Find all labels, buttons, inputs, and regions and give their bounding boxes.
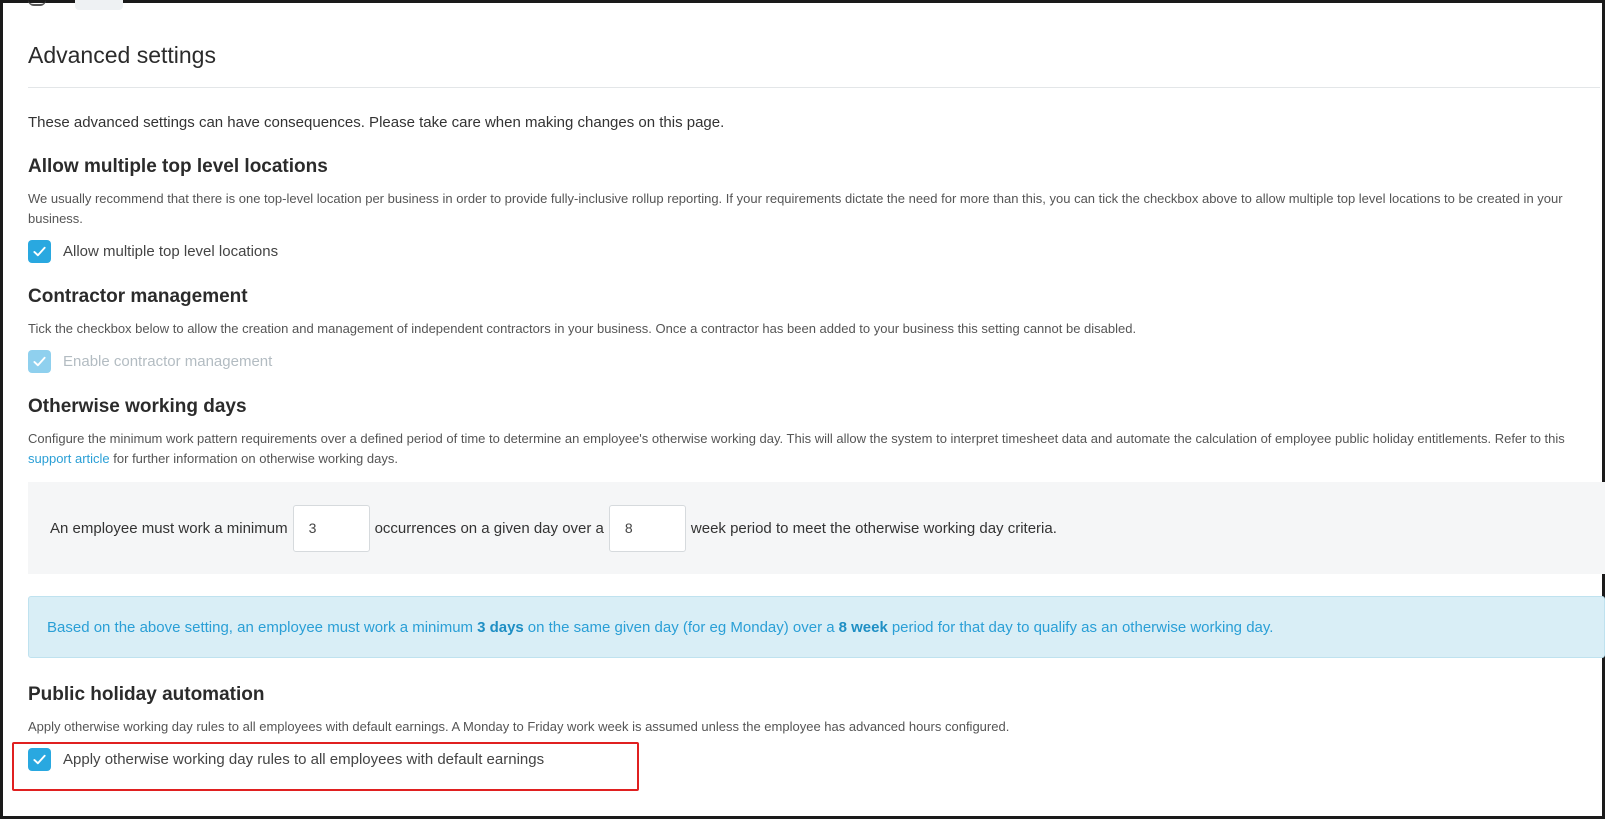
working-day-criteria-panel: An employee must work a minimum 3 occurr… (28, 482, 1605, 574)
support-article-link[interactable]: support article (28, 451, 110, 466)
section-title-contractor-management: Contractor management (28, 286, 248, 307)
page-title: Advanced settings (28, 42, 216, 68)
criteria-text-part1: An employee must work a minimum (50, 519, 288, 537)
criteria-text-part3: week period to meet the otherwise workin… (690, 519, 1057, 537)
enable-contractor-checkbox-row: Enable contractor management (28, 350, 272, 373)
section-description-contractor-management: Tick the checkbox below to allow the cre… (28, 321, 1137, 336)
section-title-otherwise-working-days: Otherwise working days (28, 396, 247, 417)
warning-text: These advanced settings can have consequ… (28, 114, 725, 131)
working-day-info-alert: Based on the above setting, an employee … (28, 596, 1605, 658)
allow-multiple-top-level-label[interactable]: Allow multiple top level locations (63, 243, 278, 260)
info-week-period: 8 week (838, 618, 888, 636)
section-description-top-level-locations: We usually recommend that there is one t… (28, 191, 1563, 226)
truncated-element (75, 0, 123, 10)
checkmark-icon (33, 356, 46, 367)
info-text-part1: Based on the above setting, an employee … (47, 618, 474, 636)
min-occurrences-input[interactable]: 3 (292, 504, 370, 552)
week-period-input[interactable]: 8 (608, 504, 686, 552)
checkmark-icon (33, 246, 46, 257)
title-divider (28, 87, 1600, 88)
section-description-otherwise-working-days: Configure the minimum work pattern requi… (28, 429, 1590, 469)
enable-contractor-label: Enable contractor management (63, 353, 273, 370)
allow-multiple-top-level-checkbox[interactable] (28, 240, 51, 263)
enable-contractor-checkbox (28, 350, 51, 373)
highlight-annotation-box (12, 742, 639, 791)
section-description-public-holiday-automation: Apply otherwise working day rules to all… (28, 719, 1010, 734)
info-text-part2: on the same given day (for eg Monday) ov… (527, 618, 835, 636)
allow-multiple-top-level-checkbox-row[interactable]: Allow multiple top level locations (28, 240, 278, 263)
info-min-days: 3 days (477, 618, 524, 636)
info-text-part3: period for that day to qualify as an oth… (891, 618, 1274, 636)
description-text-end: for further information on otherwise wor… (113, 451, 398, 466)
description-text: Configure the minimum work pattern requi… (28, 431, 1565, 446)
section-title-public-holiday-automation: Public holiday automation (28, 684, 265, 705)
section-title-top-level-locations: Allow multiple top level locations (28, 156, 328, 177)
criteria-text-part2: occurrences on a given day over a (374, 519, 604, 537)
